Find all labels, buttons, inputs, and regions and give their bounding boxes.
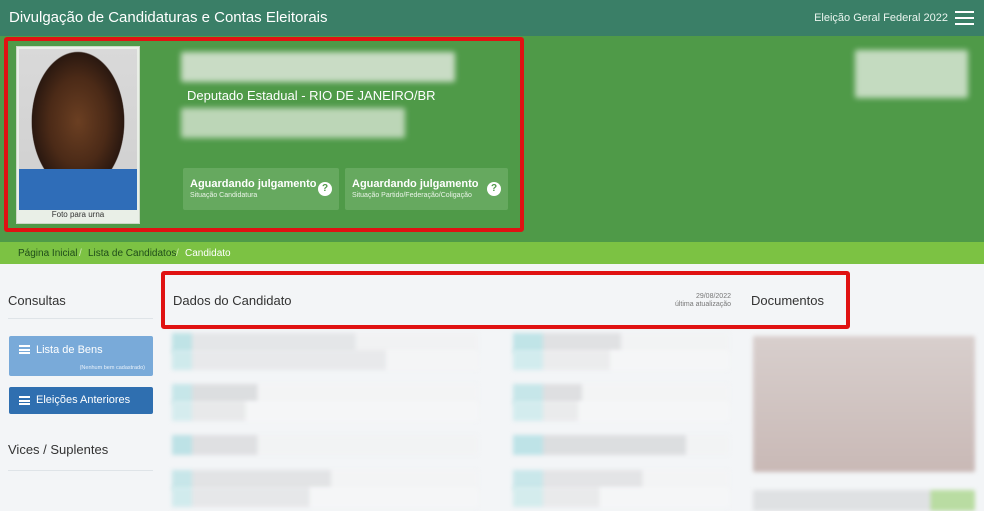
breadcrumb-separator: / [176, 248, 179, 259]
asset-list-label: Lista de Bens [36, 344, 103, 356]
list-icon [19, 345, 30, 354]
data-field-redacted [513, 350, 729, 370]
list-icon [19, 396, 30, 405]
status-title: Aguardando julgamento [352, 178, 479, 190]
breadcrumb-home[interactable]: Página Inicial [18, 248, 77, 259]
documents-heading: Documentos [751, 293, 824, 308]
menu-icon[interactable] [955, 11, 974, 25]
status-subtitle: Situação Partido/Federação/Coligação [352, 192, 472, 199]
app-title[interactable]: Divulgação de Candidaturas e Contas Elei… [9, 9, 328, 26]
breadcrumb-candidate-list[interactable]: Lista de Candidatos [88, 248, 176, 259]
breadcrumb-separator: / [79, 248, 82, 259]
candidate-photo-card: Foto para urna [16, 46, 140, 224]
data-field-redacted [513, 487, 729, 507]
data-field-redacted [172, 350, 478, 370]
help-icon[interactable]: ? [487, 182, 501, 196]
vices-heading: Vices / Suplentes [8, 442, 109, 457]
divider [8, 318, 153, 319]
photo-caption: Foto para urna [51, 210, 105, 219]
status-title: Aguardando julgamento [190, 178, 317, 190]
data-field-redacted [172, 401, 478, 421]
data-field-redacted [172, 435, 478, 455]
status-subtitle: Situação Candidatura [190, 192, 258, 199]
breadcrumb-current: Candidato [185, 248, 231, 259]
update-label: última atualização [674, 301, 731, 308]
consultas-heading: Consultas [8, 293, 66, 308]
document-preview-redacted[interactable] [753, 336, 975, 472]
asset-list-subtext: (Nenhum bem cadastrado) [79, 365, 145, 371]
previous-elections-button[interactable]: Eleições Anteriores [9, 387, 153, 414]
data-field-redacted [513, 435, 729, 455]
data-field-redacted [172, 487, 478, 507]
election-label[interactable]: Eleição Geral Federal 2022 [814, 12, 948, 24]
asset-list-button[interactable]: Lista de Bens (Nenhum bem cadastrado) [9, 336, 153, 376]
candidate-info-redacted [181, 108, 405, 138]
candidate-name-redacted [181, 52, 455, 82]
candidate-data-heading: Dados do Candidato [173, 293, 292, 308]
update-date: 29/08/2022 [695, 293, 731, 300]
previous-elections-label: Eleições Anteriores [36, 394, 131, 406]
candidate-photo [19, 49, 137, 210]
candidate-number-redacted [855, 50, 968, 98]
divider [8, 470, 153, 471]
top-bar: Divulgação de Candidaturas e Contas Elei… [0, 0, 984, 36]
status-card-party: Aguardando julgamento Situação Partido/F… [345, 168, 508, 210]
help-icon[interactable]: ? [318, 182, 332, 196]
breadcrumb: Página Inicial / Lista de Candidatos / C… [0, 242, 984, 264]
document-item-redacted[interactable] [753, 490, 975, 511]
status-card-candidacy: Aguardando julgamento Situação Candidatu… [183, 168, 339, 210]
candidate-role-location: Deputado Estadual - RIO DE JANEIRO/BR [187, 88, 436, 103]
data-field-redacted [513, 401, 729, 421]
